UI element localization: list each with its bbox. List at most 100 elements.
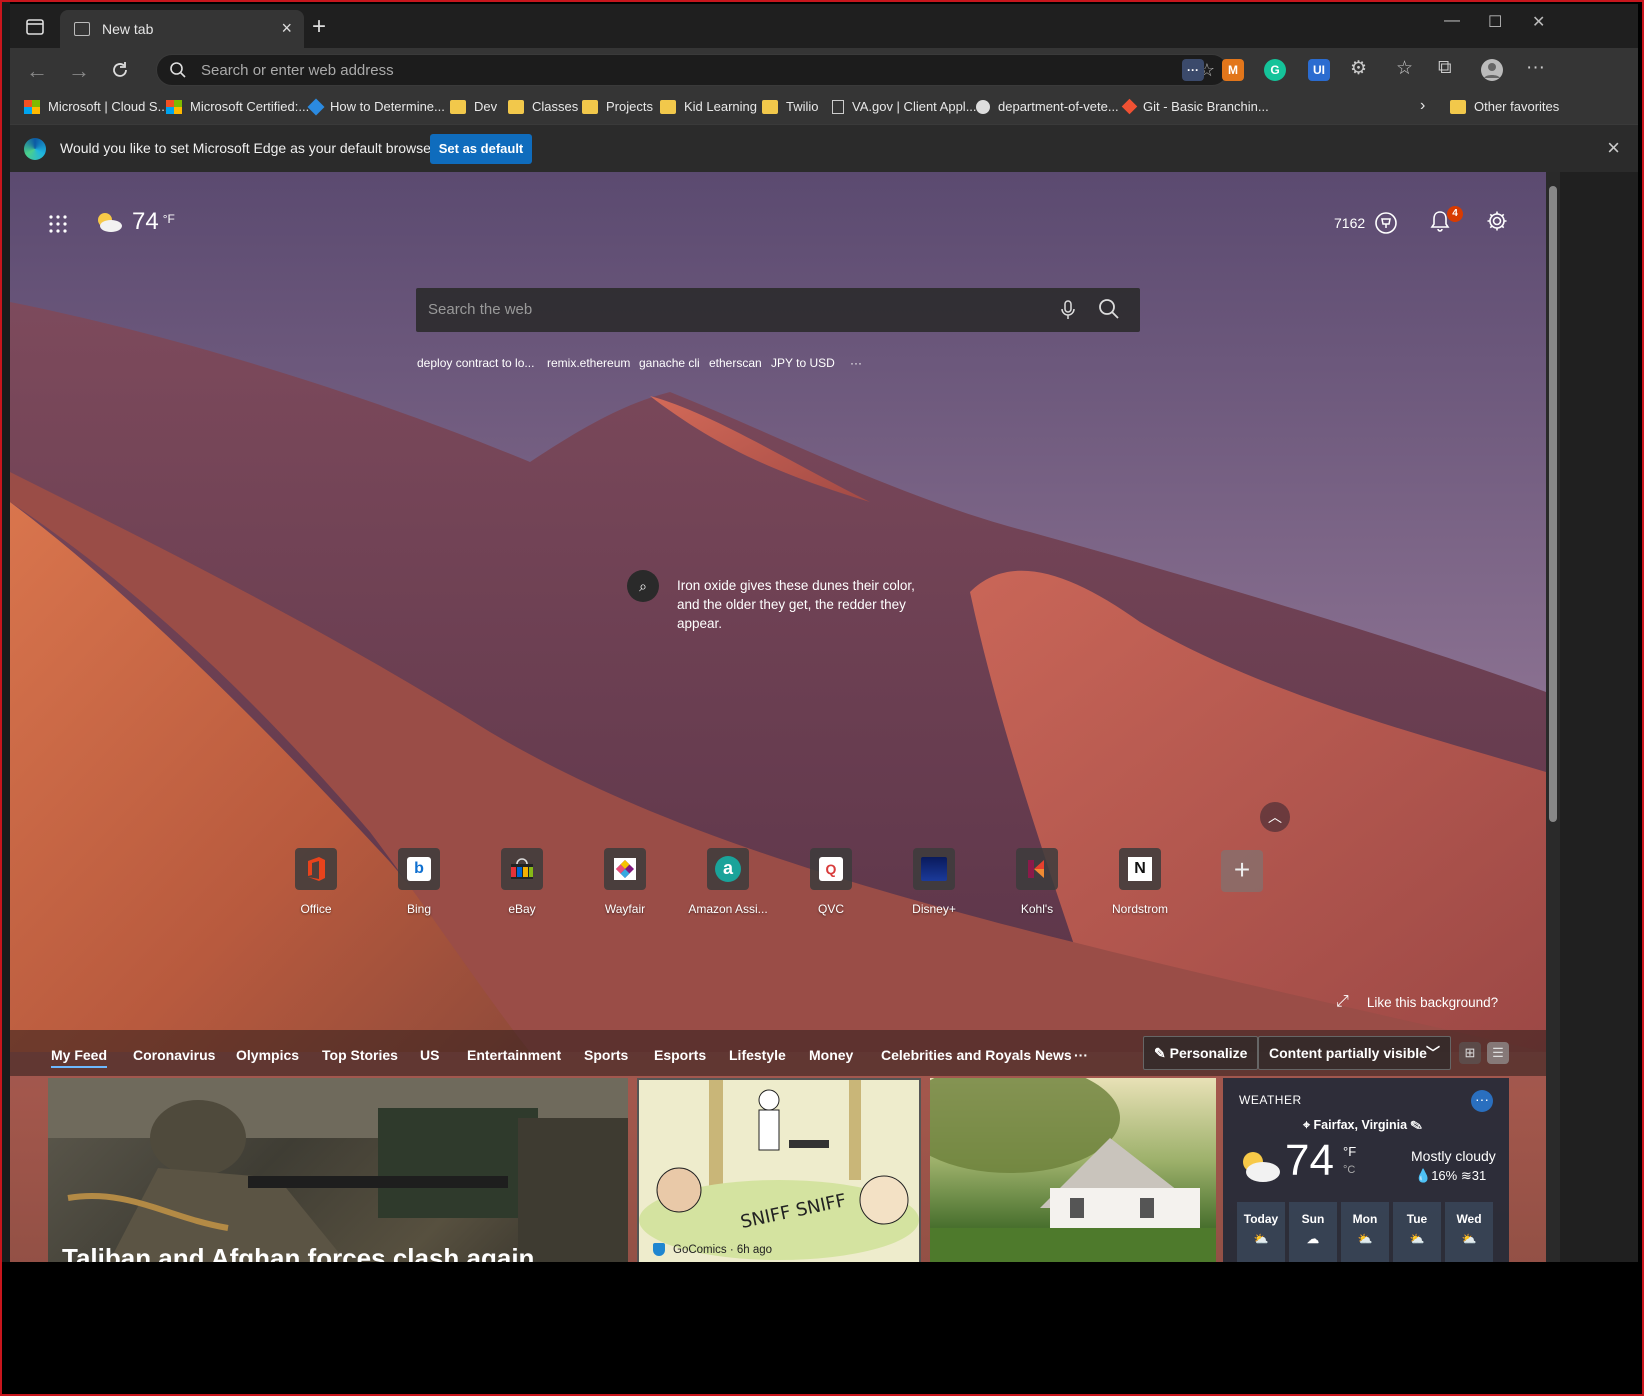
scrollbar-thumb[interactable] (1549, 186, 1557, 822)
new-tab-button[interactable]: + (312, 13, 326, 41)
forecast-day[interactable]: Sun ☁ (1289, 1202, 1337, 1264)
extensions-icon[interactable]: ⚙ (1350, 57, 1367, 80)
refresh-icon[interactable] (110, 60, 130, 80)
microsoft-logo-icon (166, 99, 182, 114)
search-suggestion[interactable]: deploy contract to lo... (417, 356, 534, 370)
news-card-house[interactable] (930, 1078, 1216, 1264)
microphone-icon[interactable] (1060, 299, 1076, 321)
feed-tab-money[interactable]: Money (809, 1047, 853, 1063)
forecast-day[interactable]: Wed ⛅ (1445, 1202, 1493, 1264)
feed-tab-top-stories[interactable]: Top Stories (322, 1047, 398, 1063)
quick-link-kohls[interactable]: Kohl's (992, 848, 1082, 916)
bookmark-item[interactable]: How to Determine... (307, 98, 445, 115)
infobar-message: Would you like to set Microsoft Edge as … (60, 140, 444, 156)
collapse-chevron-up-icon[interactable]: ︿ (1260, 802, 1290, 832)
feed-tab-entertainment[interactable]: Entertainment (467, 1047, 561, 1063)
set-default-button[interactable]: Set as default (430, 134, 532, 164)
microsoft-logo-icon (24, 99, 40, 114)
bookmark-folder[interactable]: Kid Learning (660, 99, 757, 114)
close-tab-icon[interactable]: × (281, 18, 292, 39)
feed-tab-celebrities[interactable]: Celebrities and Royals News (881, 1047, 1072, 1063)
bookmark-item[interactable]: Microsoft Certified:... (166, 99, 309, 114)
tab-actions-icon[interactable] (24, 16, 46, 38)
forecast-day[interactable]: Tue ⛅ (1393, 1202, 1441, 1264)
bookmark-item[interactable]: VA.gov | Client Appl... (832, 99, 977, 114)
edit-location-icon[interactable]: ✎ (1407, 1118, 1422, 1132)
close-window-button[interactable]: ✕ (1532, 12, 1545, 32)
fahrenheit-toggle[interactable]: °F (1343, 1144, 1356, 1159)
search-suggestion[interactable]: etherscan (709, 356, 762, 370)
news-card-comic[interactable]: SNIFF SNIFF GoComics · 6h ago (637, 1078, 921, 1264)
celsius-toggle[interactable]: °C (1343, 1164, 1355, 1176)
weather-card[interactable]: WEATHER ··· ⌖ Fairfax, Virginia ✎ 74 °F … (1223, 1078, 1509, 1264)
weather-widget[interactable]: 74 °F (94, 208, 175, 236)
bookmark-item[interactable]: Git - Basic Branchin... (1121, 98, 1269, 115)
add-quick-link-button[interactable]: + (1221, 850, 1263, 892)
collections-icon[interactable]: ⧉ (1438, 57, 1452, 79)
feed-tabs-more-button[interactable]: ··· (1074, 1047, 1088, 1063)
quick-link-ebay[interactable]: eBay (477, 848, 567, 916)
image-caption[interactable]: Iron oxide gives these dunes their color… (677, 576, 927, 633)
image-info-search-icon[interactable]: ⌕ (627, 570, 659, 602)
page-scrollbar[interactable] (1546, 172, 1560, 1324)
edge-logo-icon (24, 138, 46, 160)
bookmark-folder[interactable]: Projects (582, 99, 653, 114)
feed-tab-olympics[interactable]: Olympics (236, 1047, 299, 1063)
feed-tab-my-feed[interactable]: My Feed (51, 1047, 108, 1068)
quick-link-qvc[interactable]: Q QVC (786, 848, 876, 916)
news-card-afghan[interactable]: Taliban and Afghan forces clash again (48, 1078, 628, 1264)
search-suggestion[interactable]: ganache cli (639, 356, 700, 370)
back-button[interactable]: ← (26, 58, 48, 84)
grammarly-extension-icon[interactable]: G (1264, 59, 1286, 81)
search-suggestion[interactable]: JPY to USD (771, 356, 835, 370)
forecast-day[interactable]: Mon ⛅ (1341, 1202, 1389, 1264)
metamask-extension-icon[interactable]: M (1222, 59, 1244, 81)
rewards-points[interactable]: 7162 (1334, 212, 1397, 234)
profile-avatar[interactable] (1480, 58, 1504, 82)
quick-link-amazon[interactable]: a Amazon Assi... (683, 848, 773, 916)
quick-link-disney[interactable]: Disney+ (889, 848, 979, 916)
title-bar: New tab × + — ☐ ✕ (10, 4, 1638, 48)
forward-button[interactable]: → (68, 58, 90, 84)
feed-tab-esports[interactable]: Esports (654, 1047, 706, 1063)
soldier-photo (48, 1078, 628, 1264)
bookmark-item[interactable]: Microsoft | Cloud S... (24, 99, 168, 114)
close-infobar-icon[interactable]: × (1607, 135, 1620, 161)
minimize-button[interactable]: — (1444, 12, 1460, 30)
weather-location[interactable]: ⌖ Fairfax, Virginia ✎ (1303, 1118, 1422, 1133)
grid-layout-icon[interactable]: ⊞ (1459, 1042, 1481, 1064)
search-suggestion[interactable]: remix.ethereum (547, 356, 630, 370)
feed-tab-coronavirus[interactable]: Coronavirus (133, 1047, 215, 1063)
address-bar[interactable]: Search or enter web address ☆ (156, 54, 1228, 86)
bookmark-folder[interactable]: Twilio (762, 99, 819, 114)
weather-more-icon[interactable]: ··· (1471, 1090, 1493, 1112)
other-favorites-folder[interactable]: Other favorites (1450, 99, 1559, 114)
settings-more-icon[interactable]: ··· (1526, 57, 1545, 79)
suggestions-more-button[interactable]: ··· (850, 356, 862, 370)
quick-link-nordstrom[interactable]: N Nordstrom (1095, 848, 1185, 916)
feed-tab-sports[interactable]: Sports (584, 1047, 628, 1063)
page-settings-gear-icon[interactable] (1486, 210, 1508, 232)
content-visibility-dropdown[interactable]: Content partially visible ﹀ (1258, 1036, 1451, 1070)
extension-dots-icon[interactable]: ··· (1182, 59, 1204, 81)
feed-tab-lifestyle[interactable]: Lifestyle (729, 1047, 786, 1063)
maximize-button[interactable]: ☐ (1488, 12, 1502, 32)
web-search-box[interactable]: Search the web (416, 288, 1140, 332)
ui-extension-icon[interactable]: UI (1308, 59, 1330, 81)
quick-link-bing[interactable]: b Bing (374, 848, 464, 916)
like-background-button[interactable]: ⤢ Like this background? (1336, 993, 1498, 1011)
feed-tab-us[interactable]: US (420, 1047, 439, 1063)
tab-new-tab[interactable]: New tab × (60, 10, 304, 48)
bookmark-item[interactable]: department-of-vete... (976, 99, 1119, 114)
forecast-day[interactable]: Today ⛅ (1237, 1202, 1285, 1264)
bookmark-folder[interactable]: Dev (450, 99, 497, 114)
app-launcher-icon[interactable] (48, 214, 68, 234)
bookmarks-overflow-chevron-icon[interactable]: › (1420, 97, 1425, 115)
personalize-button[interactable]: ✎ Personalize (1143, 1036, 1259, 1070)
favorites-icon[interactable]: ☆ (1396, 57, 1413, 80)
list-layout-icon[interactable]: ☰ (1487, 1042, 1509, 1064)
bookmark-folder[interactable]: Classes (508, 99, 578, 114)
quick-link-wayfair[interactable]: Wayfair (580, 848, 670, 916)
quick-link-office[interactable]: Office (271, 848, 361, 916)
search-submit-icon[interactable] (1098, 298, 1120, 320)
